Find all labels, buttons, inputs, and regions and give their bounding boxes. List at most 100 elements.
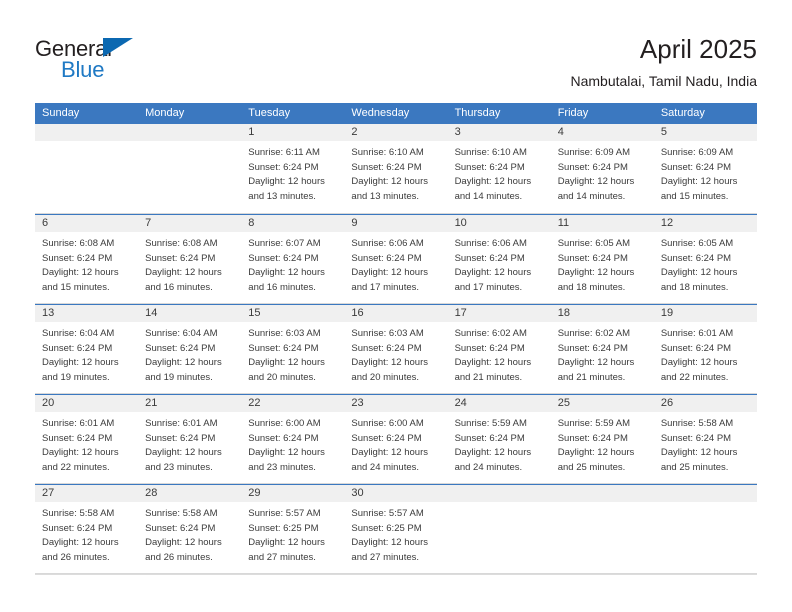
- day-detail-line: and 26 minutes.: [42, 551, 110, 563]
- day-number: 20: [35, 395, 139, 412]
- day-detail-line: Sunrise: 6:06 AM: [351, 238, 424, 249]
- day-number: [447, 485, 551, 502]
- day-number: [35, 124, 139, 141]
- day-details: Sunrise: 6:06 AM Sunset: 6:24 PM Daylight:…: [448, 232, 551, 295]
- calendar-day-cell[interactable]: 9 Sunrise: 6:06 AM Sunset: 6:24 PM Daylight…: [344, 214, 448, 303]
- day-detail-line: Sunrise: 6:00 AM: [351, 418, 424, 429]
- day-details: Sunrise: 6:01 AM Sunset: 6:24 PM Daylight:…: [138, 412, 241, 475]
- day-details: Sunrise: 6:11 AM Sunset: 6:24 PM Daylight:…: [241, 141, 344, 204]
- calendar-day-cell[interactable]: 1 Sunrise: 6:11 AM Sunset: 6:24 PM Daylight…: [241, 124, 345, 213]
- day-number: 10: [447, 215, 551, 232]
- calendar-day-cell[interactable]: 29 Sunrise: 5:57 AM Sunset: 6:25 PM Dayligh…: [241, 484, 345, 573]
- page-header: General Blue April 2025 Nambutalai, Tami…: [0, 0, 792, 100]
- calendar-day-cell[interactable]: 19 Sunrise: 6:01 AM Sunset: 6:24 PM Dayligh…: [653, 304, 757, 393]
- day-number: 30: [344, 485, 448, 502]
- calendar-day-cell[interactable]: 13 Sunrise: 6:04 AM Sunset: 6:24 PM Dayligh…: [35, 304, 139, 393]
- day-detail-line: and 24 minutes.: [351, 461, 420, 473]
- calendar-day-cell-empty: [550, 484, 654, 573]
- general-blue-logo[interactable]: General Blue: [35, 36, 165, 84]
- day-detail-line: and 14 minutes.: [454, 190, 523, 202]
- calendar-day-cell[interactable]: 24 Sunrise: 5:59 AM Sunset: 6:24 PM Dayligh…: [447, 394, 551, 483]
- page-subtitle: Nambutalai, Tamil Nadu, India: [570, 73, 757, 89]
- day-detail-line: and 13 minutes.: [351, 190, 420, 202]
- day-detail-line: Daylight: 12 hours: [454, 267, 532, 278]
- day-detail-line: Sunset: 6:24 PM: [248, 252, 319, 264]
- calendar-day-cell[interactable]: 5 Sunrise: 6:09 AM Sunset: 6:24 PM Daylight…: [653, 124, 757, 213]
- day-detail-line: Sunrise: 6:05 AM: [557, 238, 631, 249]
- calendar-day-cell[interactable]: 28 Sunrise: 5:58 AM Sunset: 6:24 PM Dayligh…: [138, 484, 242, 573]
- calendar-day-cell[interactable]: 15 Sunrise: 6:03 AM Sunset: 6:24 PM Dayligh…: [241, 304, 345, 393]
- calendar-week-row: 20 Sunrise: 6:01 AM Sunset: 6:24 PM Dayligh…: [35, 394, 757, 484]
- day-detail-line: Sunrise: 6:07 AM: [248, 238, 321, 249]
- day-detail-line: and 15 minutes.: [660, 190, 729, 202]
- calendar-day-cell[interactable]: 4 Sunrise: 6:09 AM Sunset: 6:24 PM Daylight…: [550, 124, 654, 213]
- day-detail-line: and 25 minutes.: [660, 461, 729, 473]
- calendar-day-cell[interactable]: 12 Sunrise: 6:05 AM Sunset: 6:24 PM Dayligh…: [653, 214, 757, 303]
- day-detail-line: Daylight: 12 hours: [351, 537, 428, 548]
- day-detail-line: and 16 minutes.: [145, 281, 213, 293]
- day-details: Sunrise: 6:00 AM Sunset: 6:24 PM Daylight:…: [241, 412, 344, 475]
- day-detail-line: Daylight: 12 hours: [248, 537, 325, 548]
- calendar-day-cell[interactable]: 20 Sunrise: 6:01 AM Sunset: 6:24 PM Dayligh…: [35, 394, 139, 483]
- calendar-day-cell[interactable]: 30 Sunrise: 5:57 AM Sunset: 6:25 PM Dayligh…: [344, 484, 448, 573]
- day-details: Sunrise: 5:57 AM Sunset: 6:25 PM Daylight:…: [241, 502, 344, 565]
- day-detail-line: Sunrise: 6:11 AM: [248, 147, 320, 158]
- day-detail-line: Daylight: 12 hours: [248, 357, 325, 368]
- day-details: Sunrise: 5:57 AM Sunset: 6:25 PM Daylight:…: [344, 502, 447, 565]
- day-detail-line: Sunrise: 5:57 AM: [248, 508, 321, 519]
- day-number: 24: [447, 395, 551, 412]
- calendar-day-cell[interactable]: 7 Sunrise: 6:08 AM Sunset: 6:24 PM Daylight…: [138, 214, 242, 303]
- weekday-header-wednesday: Wednesday: [351, 107, 410, 119]
- day-detail-line: and 25 minutes.: [557, 461, 626, 473]
- day-detail-line: Sunset: 6:24 PM: [248, 342, 319, 354]
- calendar-day-cell[interactable]: 26 Sunrise: 5:58 AM Sunset: 6:24 PM Dayligh…: [653, 394, 757, 483]
- calendar-day-cell[interactable]: 14 Sunrise: 6:04 AM Sunset: 6:24 PM Dayligh…: [138, 304, 242, 393]
- day-detail-line: Sunset: 6:24 PM: [557, 161, 628, 173]
- day-detail-line: Sunrise: 5:59 AM: [557, 418, 631, 429]
- calendar-day-cell[interactable]: 10 Sunrise: 6:06 AM Sunset: 6:24 PM Dayligh…: [447, 214, 551, 303]
- day-number: 18: [550, 305, 654, 322]
- calendar-day-cell[interactable]: 2 Sunrise: 6:10 AM Sunset: 6:24 PM Daylight…: [344, 124, 448, 213]
- calendar-day-cell[interactable]: 16 Sunrise: 6:03 AM Sunset: 6:24 PM Dayligh…: [344, 304, 448, 393]
- calendar-day-cell-empty: [653, 484, 757, 573]
- calendar-day-cell[interactable]: 3 Sunrise: 6:10 AM Sunset: 6:24 PM Daylight…: [447, 124, 551, 213]
- calendar-day-cell[interactable]: 21 Sunrise: 6:01 AM Sunset: 6:24 PM Dayligh…: [138, 394, 242, 483]
- day-detail-line: Sunrise: 6:01 AM: [42, 418, 115, 429]
- day-detail-line: and 19 minutes.: [42, 371, 110, 383]
- calendar-day-cell[interactable]: 23 Sunrise: 6:00 AM Sunset: 6:24 PM Dayligh…: [344, 394, 448, 483]
- calendar-day-cell[interactable]: 8 Sunrise: 6:07 AM Sunset: 6:24 PM Daylight…: [241, 214, 345, 303]
- day-detail-line: and 22 minutes.: [660, 371, 729, 383]
- day-detail-line: Sunrise: 6:01 AM: [660, 328, 734, 339]
- day-number: 11: [550, 215, 654, 232]
- calendar-day-cell[interactable]: 17 Sunrise: 6:02 AM Sunset: 6:24 PM Dayligh…: [447, 304, 551, 393]
- day-detail-line: Daylight: 12 hours: [351, 447, 428, 458]
- day-detail-line: Sunset: 6:24 PM: [351, 432, 422, 444]
- calendar-day-cell[interactable]: 18 Sunrise: 6:02 AM Sunset: 6:24 PM Dayligh…: [550, 304, 654, 393]
- title-block: April 2025 Nambutalai, Tamil Nadu, India: [570, 33, 757, 91]
- day-number: 1: [241, 124, 345, 141]
- calendar-day-cell[interactable]: 27 Sunrise: 5:58 AM Sunset: 6:24 PM Dayligh…: [35, 484, 139, 573]
- day-detail-line: Daylight: 12 hours: [351, 267, 428, 278]
- calendar-day-cell[interactable]: 11 Sunrise: 6:05 AM Sunset: 6:24 PM Dayligh…: [550, 214, 654, 303]
- calendar-week-row: 6 Sunrise: 6:08 AM Sunset: 6:24 PM Daylight…: [35, 214, 757, 304]
- weekday-header-tuesday: Tuesday: [248, 107, 291, 119]
- day-detail-line: Sunrise: 6:08 AM: [145, 238, 218, 249]
- day-number: 28: [138, 485, 242, 502]
- day-number: 29: [241, 485, 345, 502]
- day-detail-line: Sunset: 6:24 PM: [454, 342, 525, 354]
- day-detail-line: Daylight: 12 hours: [145, 537, 222, 548]
- day-number: 2: [344, 124, 448, 141]
- calendar-day-cell[interactable]: 25 Sunrise: 5:59 AM Sunset: 6:24 PM Dayligh…: [550, 394, 654, 483]
- day-detail-line: and 23 minutes.: [248, 461, 316, 473]
- day-detail-line: Sunset: 6:24 PM: [660, 432, 732, 444]
- day-details: Sunrise: 6:05 AM Sunset: 6:24 PM Daylight:…: [551, 232, 654, 295]
- day-number: 16: [344, 305, 448, 322]
- calendar-grid: Sunday Monday Tuesday Wednesday Thursday Frid…: [35, 103, 757, 575]
- day-detail-line: Sunset: 6:24 PM: [42, 342, 113, 354]
- calendar-day-cell[interactable]: 22 Sunrise: 6:00 AM Sunset: 6:24 PM Dayligh…: [241, 394, 345, 483]
- day-details: Sunrise: 6:09 AM Sunset: 6:24 PM Daylight:…: [551, 141, 654, 204]
- calendar-day-cell[interactable]: 6 Sunrise: 6:08 AM Sunset: 6:24 PM Daylight…: [35, 214, 139, 303]
- day-detail-line: and 19 minutes.: [145, 371, 213, 383]
- day-number: [653, 485, 757, 502]
- day-number: 9: [344, 215, 448, 232]
